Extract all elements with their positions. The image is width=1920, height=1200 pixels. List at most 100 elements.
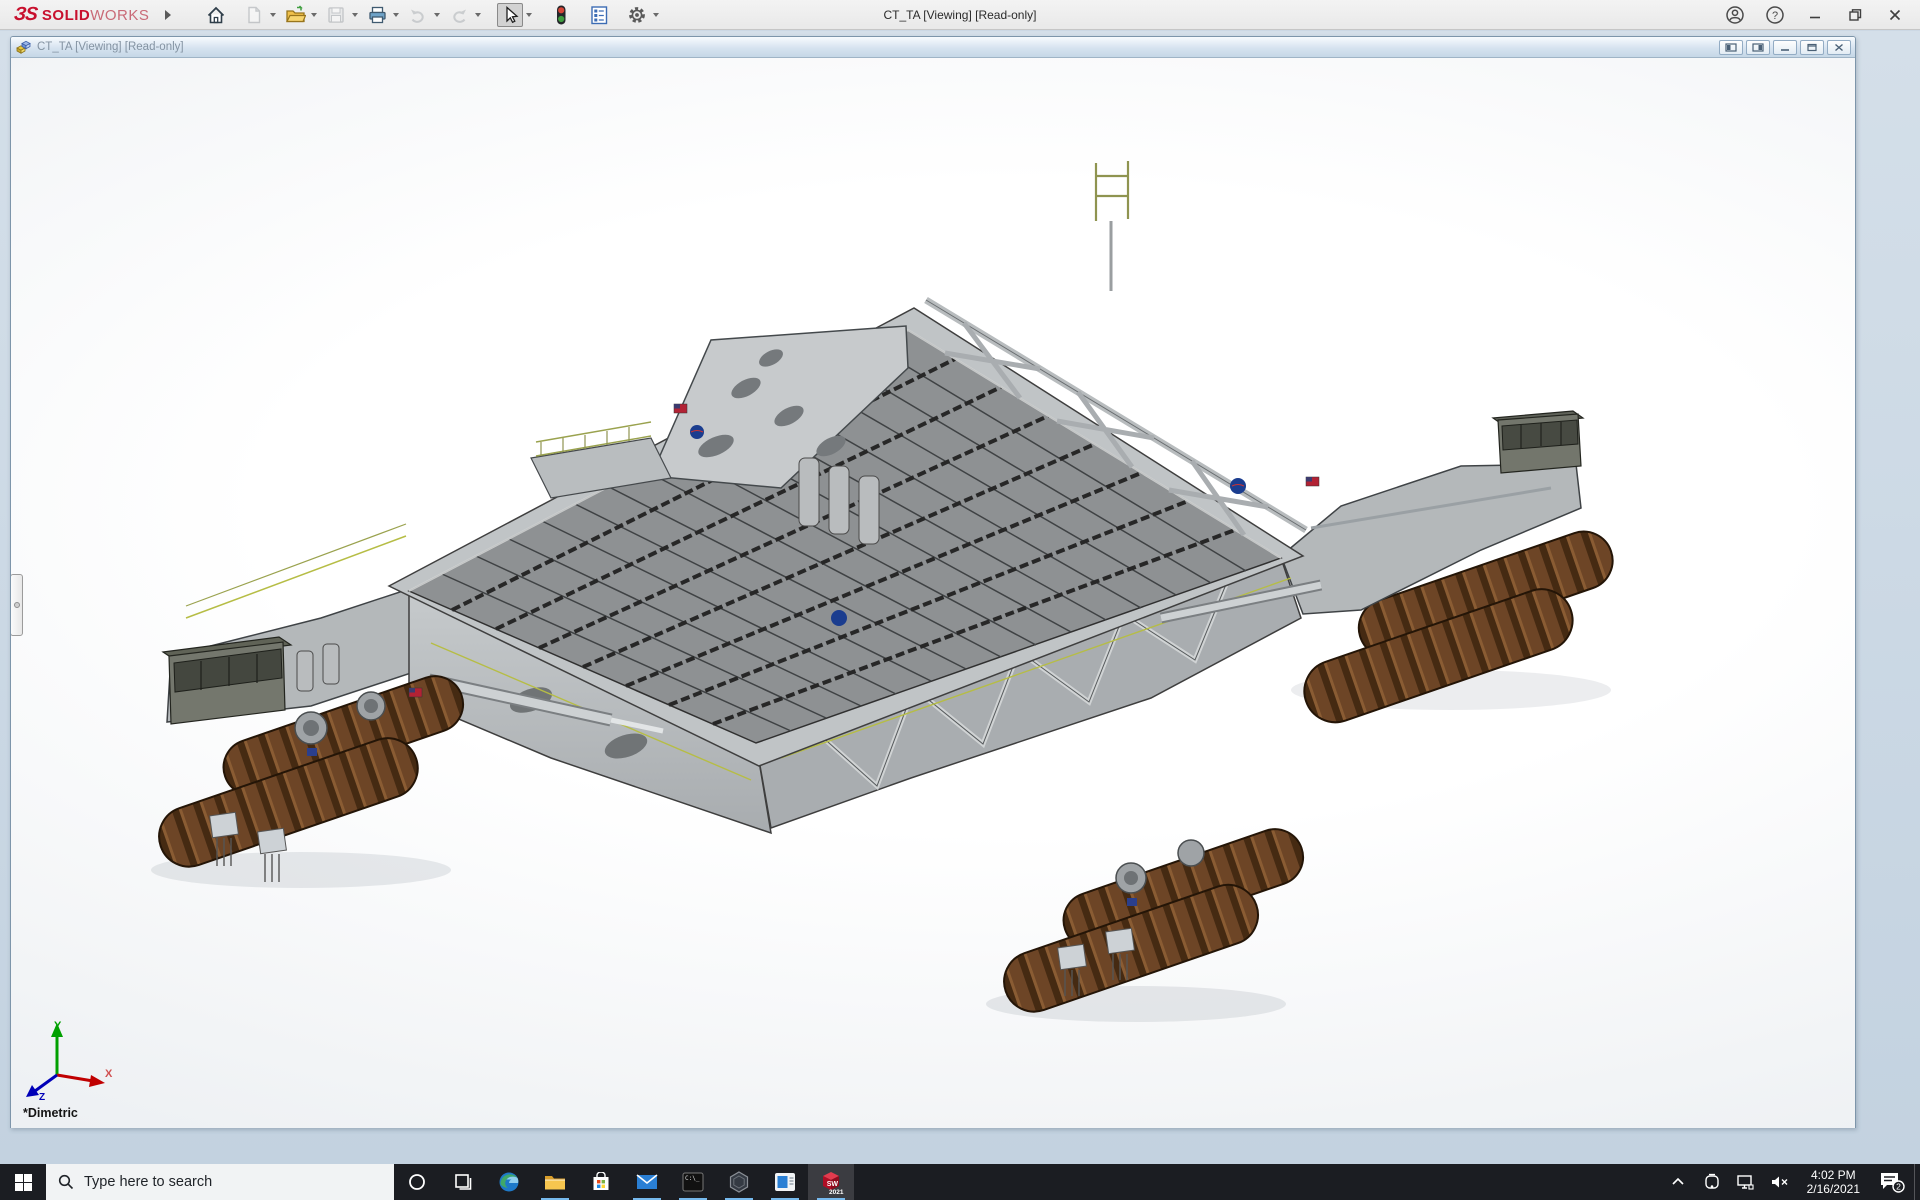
help-icon: ?: [1765, 5, 1785, 25]
taskbar-solidworks[interactable]: SW 2021: [808, 1164, 854, 1200]
doc-pane-left-button[interactable]: [1719, 40, 1743, 55]
taskbar-mail[interactable]: [624, 1164, 670, 1200]
volume-muted-icon: [1770, 1174, 1789, 1190]
svg-text:SW: SW: [827, 1181, 839, 1188]
titlebar-right-controls: ?: [1718, 2, 1920, 28]
svg-text:Z: Z: [39, 1092, 45, 1102]
open-dropdown-caret[interactable]: [311, 13, 317, 17]
close-icon: [1887, 7, 1903, 23]
restore-icon: [1847, 7, 1863, 23]
redo-dropdown-caret[interactable]: [475, 13, 481, 17]
doc-pane-right-button[interactable]: [1746, 40, 1770, 55]
file-properties-icon: [589, 5, 609, 25]
select-dropdown-caret[interactable]: [526, 13, 532, 17]
windows-start-icon: [15, 1174, 32, 1191]
action-center-button[interactable]: 2: [1870, 1164, 1914, 1200]
restore-button[interactable]: [1838, 2, 1872, 28]
show-desktop-button[interactable]: [1914, 1164, 1920, 1200]
quick-access-toolbar: [203, 3, 663, 27]
view-orientation-label: *Dimetric: [23, 1106, 78, 1120]
minimize-icon: [1807, 7, 1823, 23]
brand-solid: SOLID: [42, 7, 90, 24]
taskbar-search-input[interactable]: Type here to search: [46, 1164, 394, 1200]
search-icon: [58, 1174, 74, 1190]
redo-icon: [449, 5, 469, 25]
account-button[interactable]: [1718, 2, 1752, 28]
select-tool-button[interactable]: [497, 3, 523, 27]
select-cursor-icon: [500, 5, 520, 25]
taskbar-file-explorer[interactable]: [532, 1164, 578, 1200]
orientation-triad: Y X Z: [19, 1017, 114, 1102]
featuremanager-collapsed-tab[interactable]: [11, 574, 23, 636]
brand-works: WORKS: [90, 7, 149, 24]
svg-text:2021: 2021: [829, 1189, 844, 1195]
taskbar-clock[interactable]: 4:02 PM 2/16/2021: [1797, 1164, 1870, 1200]
tray-device-button[interactable]: [1695, 1164, 1729, 1200]
home-icon: [206, 5, 226, 25]
stoplight-icon: [551, 4, 571, 26]
svg-text:?: ?: [1772, 10, 1778, 22]
new-document-button[interactable]: [241, 3, 267, 27]
options-button[interactable]: [624, 3, 650, 27]
svg-text:C:\_: C:\_: [685, 1175, 700, 1182]
document-window: CT_TA [Viewing] [Read-only]: [10, 36, 1856, 1128]
taskbar-hexagon-app[interactable]: [716, 1164, 762, 1200]
open-button[interactable]: [282, 3, 308, 27]
solidworks-2021-icon: SW 2021: [818, 1169, 844, 1195]
gear-icon: [627, 5, 647, 25]
tray-device-icon: [1703, 1173, 1721, 1191]
crawler-transporter-model[interactable]: [11, 58, 1855, 1128]
graphics-viewport[interactable]: Y X Z *Dimetric: [11, 58, 1855, 1128]
network-button[interactable]: [1729, 1164, 1763, 1200]
window-app-icon: [774, 1172, 796, 1192]
menu-expand-arrow-icon[interactable]: [165, 10, 171, 20]
task-view-button[interactable]: [440, 1164, 486, 1200]
close-button[interactable]: [1878, 2, 1912, 28]
print-icon: [367, 5, 388, 25]
undo-dropdown-caret[interactable]: [434, 13, 440, 17]
file-explorer-icon: [544, 1172, 566, 1192]
system-tray: 4:02 PM 2/16/2021 2: [1661, 1164, 1920, 1200]
rebuild-stoplight-button[interactable]: [548, 3, 574, 27]
volume-button[interactable]: [1763, 1164, 1797, 1200]
save-dropdown-caret[interactable]: [352, 13, 358, 17]
hidden-icons-button[interactable]: [1661, 1164, 1695, 1200]
mdi-client-area: CT_TA [Viewing] [Read-only]: [0, 31, 1920, 1164]
new-dropdown-caret[interactable]: [270, 13, 276, 17]
search-placeholder: Type here to search: [84, 1174, 212, 1190]
start-button[interactable]: [0, 1164, 46, 1200]
solidworks-logo[interactable]: ЗS SOLID WORKS: [0, 4, 159, 26]
taskbar-store[interactable]: [578, 1164, 624, 1200]
app-titlebar: ЗS SOLID WORKS: [0, 0, 1920, 30]
redo-button[interactable]: [446, 3, 472, 27]
help-button[interactable]: ?: [1758, 2, 1792, 28]
microsoft-store-icon: [591, 1172, 611, 1192]
undo-button[interactable]: [405, 3, 431, 27]
save-button[interactable]: [323, 3, 349, 27]
doc-minimize-button[interactable]: [1773, 40, 1797, 55]
notification-bubble-icon: 2: [1879, 1170, 1905, 1194]
home-button[interactable]: [203, 3, 229, 27]
svg-text:2: 2: [1896, 1182, 1901, 1192]
chevron-up-icon: [1671, 1175, 1685, 1189]
taskbar-window-app[interactable]: [762, 1164, 808, 1200]
3ds-logo-icon: ЗS: [13, 4, 38, 26]
clock-date: 2/16/2021: [1807, 1182, 1860, 1196]
file-properties-button[interactable]: [586, 3, 612, 27]
taskbar-command-prompt[interactable]: C:\_: [670, 1164, 716, 1200]
pane-tab-handle-icon: [14, 602, 20, 608]
doc-restore-button[interactable]: [1800, 40, 1824, 55]
solidworks-app-window: ЗS SOLID WORKS: [0, 0, 1920, 1200]
taskbar-edge[interactable]: [486, 1164, 532, 1200]
options-dropdown-caret[interactable]: [653, 13, 659, 17]
document-window-buttons: [1719, 40, 1851, 55]
print-button[interactable]: [364, 3, 390, 27]
document-title: CT_TA [Viewing] [Read-only]: [37, 41, 184, 53]
cortana-button[interactable]: [394, 1164, 440, 1200]
document-titlebar[interactable]: CT_TA [Viewing] [Read-only]: [11, 37, 1855, 58]
left-operator-cab: [163, 637, 291, 724]
doc-close-button[interactable]: [1827, 40, 1851, 55]
print-dropdown-caret[interactable]: [393, 13, 399, 17]
open-folder-icon: [285, 5, 306, 25]
minimize-button[interactable]: [1798, 2, 1832, 28]
